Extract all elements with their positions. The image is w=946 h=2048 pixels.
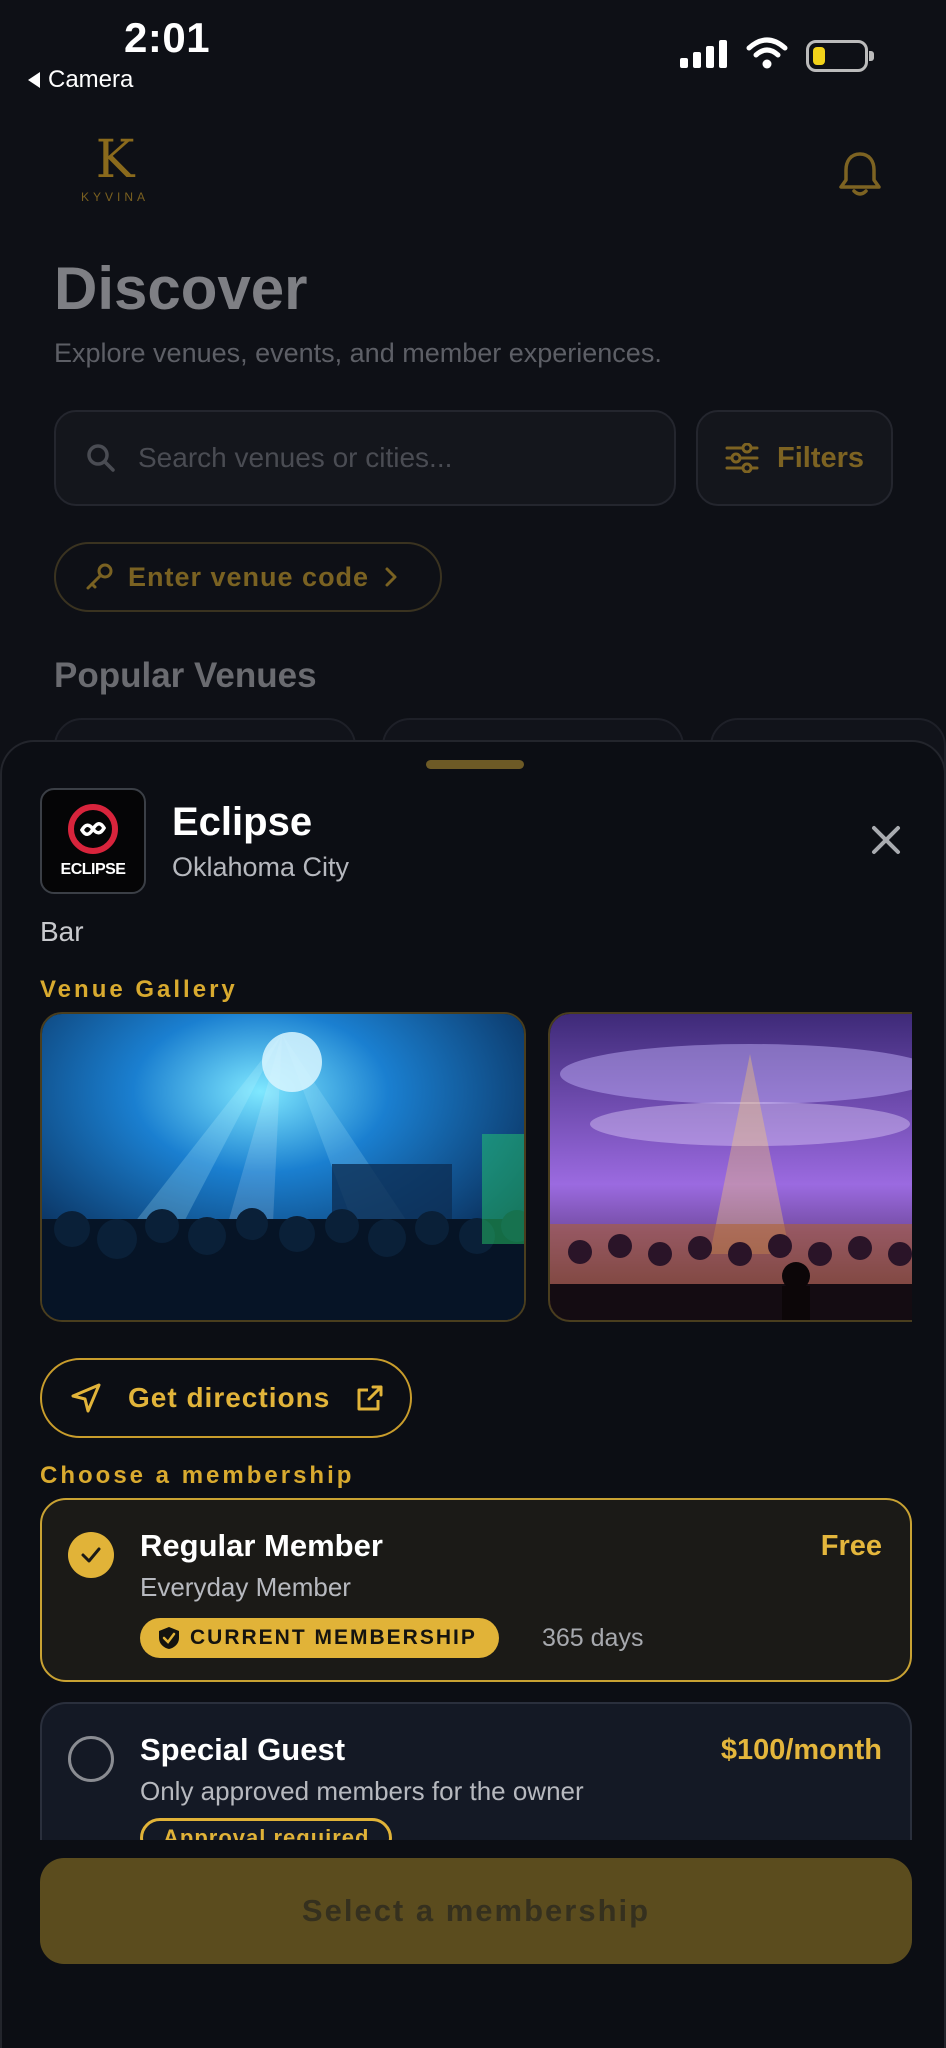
- membership-name: Regular Member: [140, 1528, 383, 1563]
- gallery-heading: Venue Gallery: [40, 976, 238, 1003]
- get-directions-button[interactable]: Get directions: [40, 1358, 412, 1438]
- venue-name: Eclipse: [172, 800, 313, 844]
- external-link-icon: [357, 1385, 383, 1411]
- cellular-signal-icon: [680, 40, 727, 68]
- select-membership-button[interactable]: Select a membership: [40, 1858, 912, 1964]
- membership-name: Special Guest: [140, 1732, 346, 1767]
- kyvina-logo: K KYVINA: [70, 134, 160, 204]
- venue-detail-sheet: ECLIPSE Eclipse Oklahoma City Bar Venue …: [0, 740, 946, 2048]
- battery-icon: [806, 40, 874, 72]
- current-membership-badge: CURRENT MEMBERSHIP: [140, 1618, 499, 1658]
- checkmark-icon: [68, 1532, 114, 1578]
- concert-photo: [550, 1014, 912, 1320]
- gallery-image[interactable]: [548, 1012, 912, 1322]
- venue-city: Oklahoma City: [172, 852, 350, 882]
- venue-gallery[interactable]: [40, 1012, 912, 1322]
- search-placeholder: Search venues or cities...: [138, 442, 453, 473]
- gallery-image[interactable]: [40, 1012, 526, 1322]
- membership-price: Free: [820, 1530, 882, 1562]
- membership-card-regular[interactable]: Regular Member Everyday Member Free CURR…: [40, 1498, 912, 1682]
- venue-type: Bar: [40, 916, 84, 947]
- radio-unchecked-icon: [68, 1736, 114, 1782]
- logo-letter: K: [95, 130, 135, 190]
- sliders-icon: [725, 443, 759, 473]
- back-app-label: Camera: [48, 66, 134, 93]
- sheet-drag-handle[interactable]: [426, 760, 524, 769]
- membership-heading: Choose a membership: [40, 1462, 355, 1489]
- membership-duration: 365 days: [542, 1624, 644, 1652]
- venue-logo-text: ECLIPSE: [60, 861, 126, 878]
- wifi-icon: [746, 37, 788, 69]
- eclipse-logo-icon: [68, 804, 118, 854]
- close-icon[interactable]: [866, 820, 906, 860]
- popular-venues-heading: Popular Venues: [54, 656, 317, 695]
- filters-label: Filters: [776, 441, 865, 474]
- status-bar: 2:01 Camera: [0, 0, 946, 100]
- filters-button[interactable]: Filters: [696, 410, 893, 506]
- page-subtitle: Explore venues, events, and member exper…: [54, 338, 662, 368]
- shield-check-icon: [159, 1627, 179, 1649]
- logo-brand: KYVINA: [80, 190, 149, 204]
- nightclub-photo: [42, 1014, 524, 1320]
- enter-venue-code-button[interactable]: Enter venue code: [54, 542, 442, 612]
- venue-code-label: Enter venue code: [128, 561, 370, 592]
- bell-icon[interactable]: [838, 150, 882, 198]
- current-membership-text: CURRENT MEMBERSHIP: [190, 1626, 477, 1649]
- get-directions-label: Get directions: [128, 1382, 331, 1413]
- page-title: Discover: [54, 255, 308, 322]
- key-icon: [86, 563, 113, 590]
- status-time: 2:01: [124, 14, 211, 61]
- chevron-right-icon: [385, 567, 397, 587]
- navigation-arrow-icon: [71, 1383, 101, 1413]
- search-icon: [87, 444, 115, 472]
- back-arrow-icon: [28, 72, 40, 88]
- search-input[interactable]: Search venues or cities...: [54, 410, 676, 506]
- membership-price: $100/month: [720, 1734, 882, 1766]
- membership-description: Everyday Member: [140, 1572, 351, 1602]
- membership-description: Only approved members for the owner: [140, 1776, 584, 1806]
- venue-logo: ECLIPSE: [40, 788, 146, 894]
- back-to-camera-link[interactable]: Camera: [28, 66, 133, 94]
